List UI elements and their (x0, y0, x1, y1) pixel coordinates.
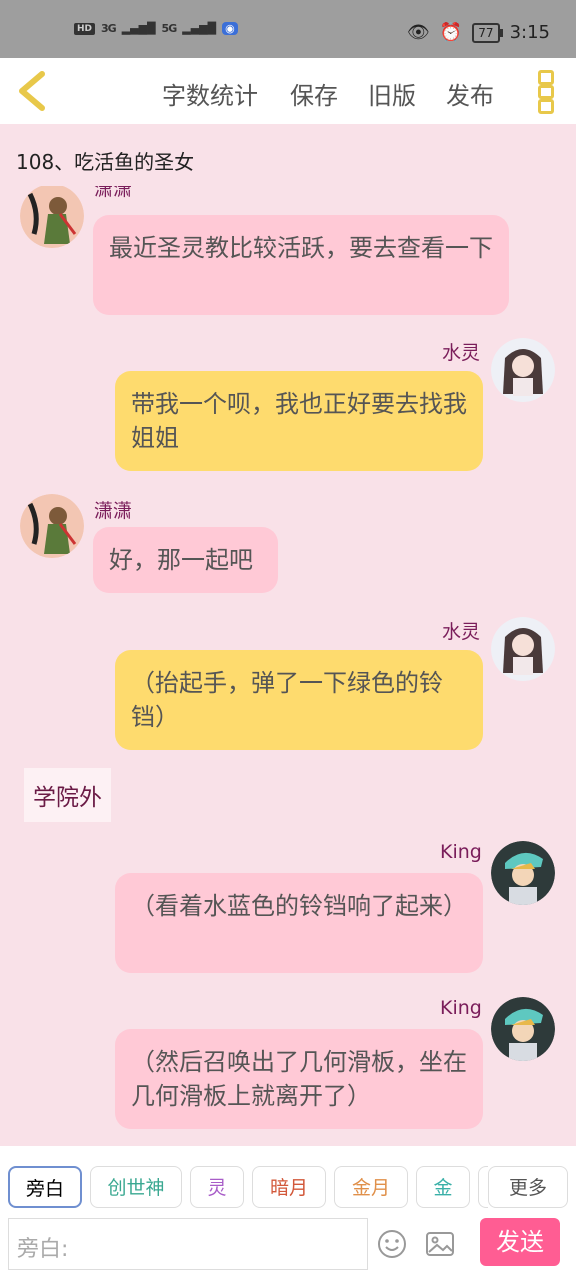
hotspot-icon: ◉ (222, 22, 238, 35)
avatar-king[interactable] (491, 841, 555, 905)
message-bubble[interactable]: （然后召唤出了几何滑板，坐在几何滑板上就离开了） (115, 1029, 483, 1129)
role-chip[interactable]: 暗月 (252, 1166, 326, 1208)
username: 水灵 (442, 342, 481, 364)
alarm-icon: ⏰ (439, 22, 463, 43)
image-icon[interactable] (424, 1228, 456, 1264)
signal-3g: 3G (101, 22, 117, 35)
role-chip[interactable]: 金月 (334, 1166, 408, 1208)
input-panel: 旁白 创世神 灵 暗月 金月 金 更多 旁白: 发送 (0, 1146, 576, 1280)
avatar-shuiling[interactable] (491, 338, 555, 402)
publish-button[interactable]: 发布 (446, 76, 494, 111)
message-input[interactable]: 旁白: (8, 1218, 368, 1270)
avatar-xiaoxiao[interactable] (20, 186, 84, 248)
clock: 3:15 (509, 22, 550, 43)
username: 潇潇 (94, 186, 133, 200)
message-bubble[interactable]: （看着水蓝色的铃铛响了起来） (115, 873, 483, 973)
send-button[interactable]: 发送 (480, 1218, 560, 1266)
chevron-left-icon (19, 71, 45, 111)
status-bar: HD 3G ▂▄▆█ 5G ▂▄▆█ ◉ 👁 ⏰ 77 3:15 (0, 0, 576, 58)
username: King (440, 841, 482, 863)
avatar-shuiling[interactable] (491, 617, 555, 681)
more-menu-icon[interactable] (538, 70, 554, 115)
role-chip-narration[interactable]: 旁白 (8, 1166, 82, 1208)
chat-area[interactable]: 潇潇 最近圣灵教比较活跃，要去查看一下 水灵 带我一个呗，我也正好要去找我姐姐 … (0, 186, 576, 1146)
avatar-king[interactable] (491, 997, 555, 1061)
back-button[interactable] (14, 70, 54, 112)
save-button[interactable]: 保存 (290, 76, 338, 111)
eye-icon: 👁 (407, 22, 430, 43)
username: 水灵 (442, 621, 481, 643)
message-bubble[interactable]: 好，那一起吧 (93, 527, 278, 593)
scene-label[interactable]: 学院外 (24, 768, 111, 822)
role-chip[interactable]: 灵 (190, 1166, 244, 1208)
message-bubble[interactable]: 最近圣灵教比较活跃，要去查看一下 (93, 215, 509, 315)
message-bubble[interactable]: （抬起手，弹了一下绿色的铃铛） (115, 650, 483, 750)
chapter-title: 108、吃活鱼的圣女 (16, 150, 195, 174)
signal-bars-icon: ▂▄▆█ (182, 22, 217, 35)
old-version-button[interactable]: 旧版 (368, 76, 416, 111)
role-chips: 旁白 创世神 灵 暗月 金月 金 更多 (8, 1166, 568, 1212)
emoji-icon[interactable] (376, 1228, 408, 1264)
username: King (440, 997, 482, 1019)
message-bubble[interactable]: 带我一个呗，我也正好要去找我姐姐 (115, 371, 483, 471)
avatar-xiaoxiao[interactable] (20, 494, 84, 558)
battery-icon: 77 (472, 22, 503, 43)
signal-bars-icon: ▂▄▆█ (121, 22, 156, 35)
role-chip[interactable]: 创世神 (90, 1166, 182, 1208)
status-left: HD 3G ▂▄▆█ 5G ▂▄▆█ ◉ (74, 22, 238, 35)
role-chip-partial[interactable] (478, 1166, 488, 1208)
username: 潇潇 (94, 500, 133, 522)
signal-5g: 5G (161, 22, 178, 35)
hd-badge: HD (74, 22, 96, 35)
more-roles-button[interactable]: 更多 (488, 1166, 568, 1208)
status-right: 👁 ⏰ 77 3:15 (407, 22, 550, 43)
top-bar: 字数统计 保存 旧版 发布 (0, 58, 576, 124)
role-chip[interactable]: 金 (416, 1166, 470, 1208)
word-count-button[interactable]: 字数统计 (162, 76, 258, 111)
